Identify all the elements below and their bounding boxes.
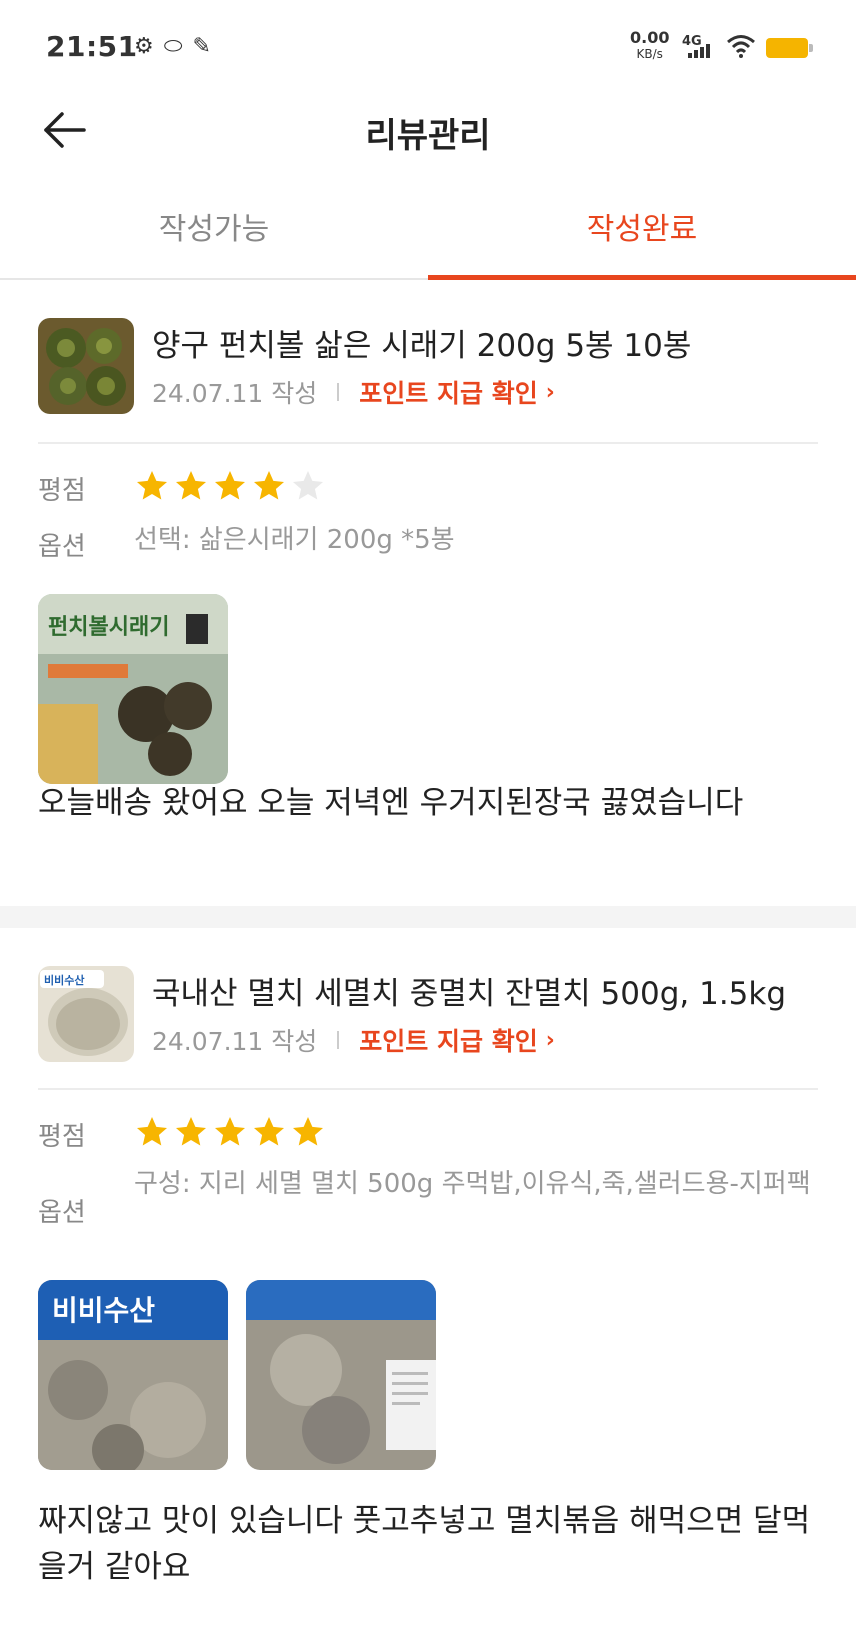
rating-label: 평점 [38,476,86,506]
star-filled-icon [176,471,206,500]
photo-caption: 비비수산 [52,1294,155,1327]
photo-caption: 펀치볼시래기 [48,615,169,640]
product-thumbnail[interactable] [38,318,134,414]
star-filled-icon [137,1117,167,1146]
point-confirm-label: 포인트 지급 확인 [359,379,538,408]
tab-written[interactable]: 작성완료 [428,190,856,280]
divider [38,442,818,444]
rating-label: 평점 [38,1122,86,1152]
status-notification-icons: ⚙ ⬭ ✎ [134,33,211,61]
point-confirm-link[interactable]: 포인트 지급 확인 › [359,374,555,410]
notification-pill-icon: ⬭ [163,34,183,59]
point-confirm-label: 포인트 지급 확인 [359,1027,538,1056]
chevron-right-icon: › [545,379,555,405]
product-thumbnail[interactable]: 비비수산 [38,966,134,1062]
notification-pen-icon: ✎ [192,34,211,59]
rating-stars [134,468,326,504]
star-filled-icon [215,1117,245,1146]
star-filled-icon [254,471,284,500]
review-meta: 24.07.11 작성 포인트 지급 확인 › [152,374,555,410]
signal-icon [688,44,710,58]
star-empty-icon [293,471,323,500]
option-value: 선택: 삶은시래기 200g *5봉 [134,525,455,555]
product-row[interactable]: 양구 펀치볼 삶은 시래기 200g 5봉 10봉 24.07.11 작성 포인… [38,318,818,418]
page-title: 리뷰관리 [365,116,491,156]
meta-divider [337,1031,340,1049]
status-bar: 21:51 ⚙ ⬭ ✎ 0.00 KB/s 4G [0,0,856,90]
product-row[interactable]: 비비수산 국내산 멸치 세멸치 중멸치 잔멸치 500g, 1.5kg 24.0… [38,966,818,1066]
star-filled-icon [293,1117,323,1146]
app-header: 리뷰관리 [0,90,856,170]
option-label: 옵션 [38,1198,86,1228]
notification-app-icon: ⚙ [134,34,154,59]
chevron-right-icon: › [545,1027,555,1053]
review-text: 오늘배송 왔어요 오늘 저녁엔 우거지된장국 끓였습니다 [38,785,744,821]
review-date: 24.07.11 작성 [152,379,318,408]
star-filled-icon [176,1117,206,1146]
rating-stars [134,1114,326,1150]
option-label: 옵션 [38,532,86,562]
status-time: 21:51 [46,30,138,63]
star-filled-icon [254,1117,284,1146]
product-name[interactable]: 양구 펀치볼 삶은 시래기 200g 5봉 10봉 [152,320,691,365]
tab-writable[interactable]: 작성가능 [0,190,428,278]
point-confirm-link[interactable]: 포인트 지급 확인 › [359,1022,555,1058]
section-divider [0,906,856,928]
review-photo[interactable]: 펀치볼시래기 [38,594,228,784]
review-photo[interactable]: 비비수산 [38,1280,228,1470]
star-filled-icon [137,471,167,500]
meta-divider [337,383,340,401]
product-name[interactable]: 국내산 멸치 세멸치 중멸치 잔멸치 500g, 1.5kg [152,968,786,1013]
network-speed-value: 0.00 [630,28,670,47]
review-date: 24.07.11 작성 [152,1027,318,1056]
review-text: 짜지않고 맛이 있습니다 풋고추넣고 멸치볶음 해먹으면 달먹을거 같아요 [38,1503,811,1585]
network-speed: 0.00 KB/s [630,30,669,62]
divider [38,1088,818,1090]
star-filled-icon [215,471,245,500]
review-photo[interactable] [246,1280,436,1470]
network-speed-unit: KB/s [636,47,663,61]
option-value: 구성: 지리 세멸 멸치 500g 주먹밥,이유식,죽,샐러드용-지퍼팩 [134,1169,811,1199]
battery-icon [766,38,813,58]
review-meta: 24.07.11 작성 포인트 지급 확인 › [152,1022,555,1058]
thumb-caption: 비비수산 [44,973,84,987]
tab-bar: 작성가능 작성완료 [0,190,856,280]
wifi-icon [727,35,755,58]
